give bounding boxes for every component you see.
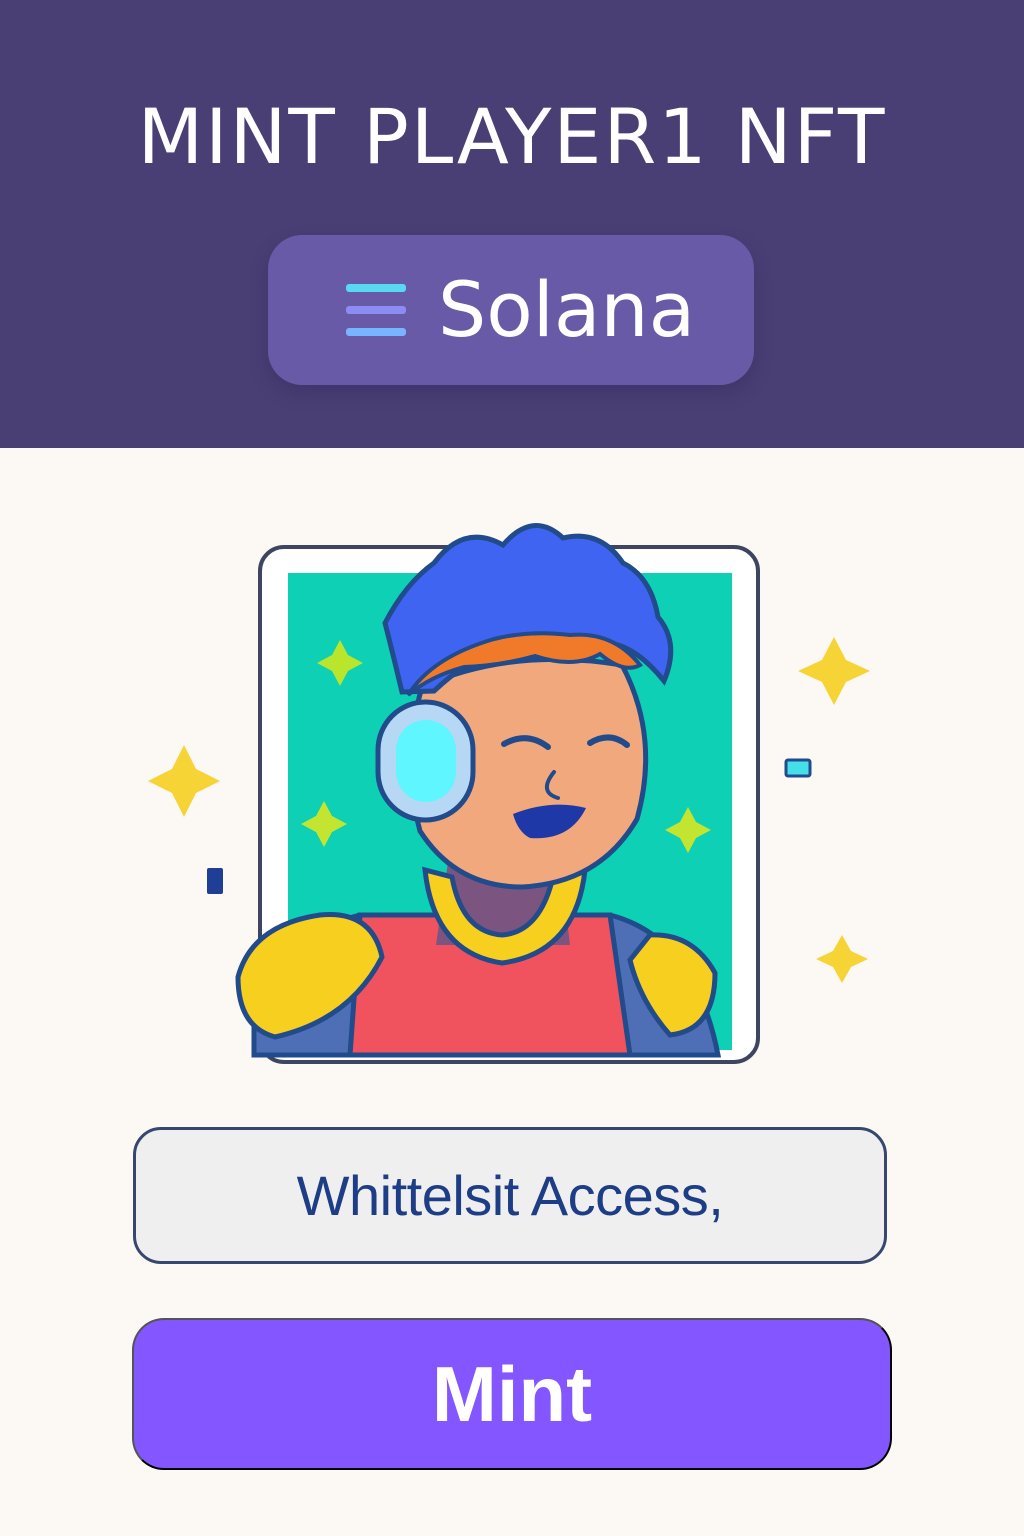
whitelist-access-field[interactable]: Whittelsit Access, — [133, 1127, 887, 1264]
chain-selector[interactable]: Solana — [268, 235, 754, 385]
gem-icon — [207, 868, 223, 894]
sparkle-icon — [816, 935, 868, 983]
sparkle-icon — [798, 637, 870, 705]
gem-icon — [784, 758, 812, 778]
sparkle-icon — [148, 745, 220, 817]
nft-preview-image — [148, 523, 870, 1064]
header: MINT PLAYER1 NFT Solana — [0, 0, 1024, 448]
headset-speaker — [396, 720, 456, 802]
whitelist-access-label: Whittelsit Access, — [296, 1164, 724, 1227]
solana-icon — [346, 284, 406, 336]
page-title: MINT PLAYER1 NFT — [137, 92, 887, 181]
mint-button[interactable]: Mint — [132, 1318, 892, 1470]
chain-label: Solana — [438, 265, 696, 354]
